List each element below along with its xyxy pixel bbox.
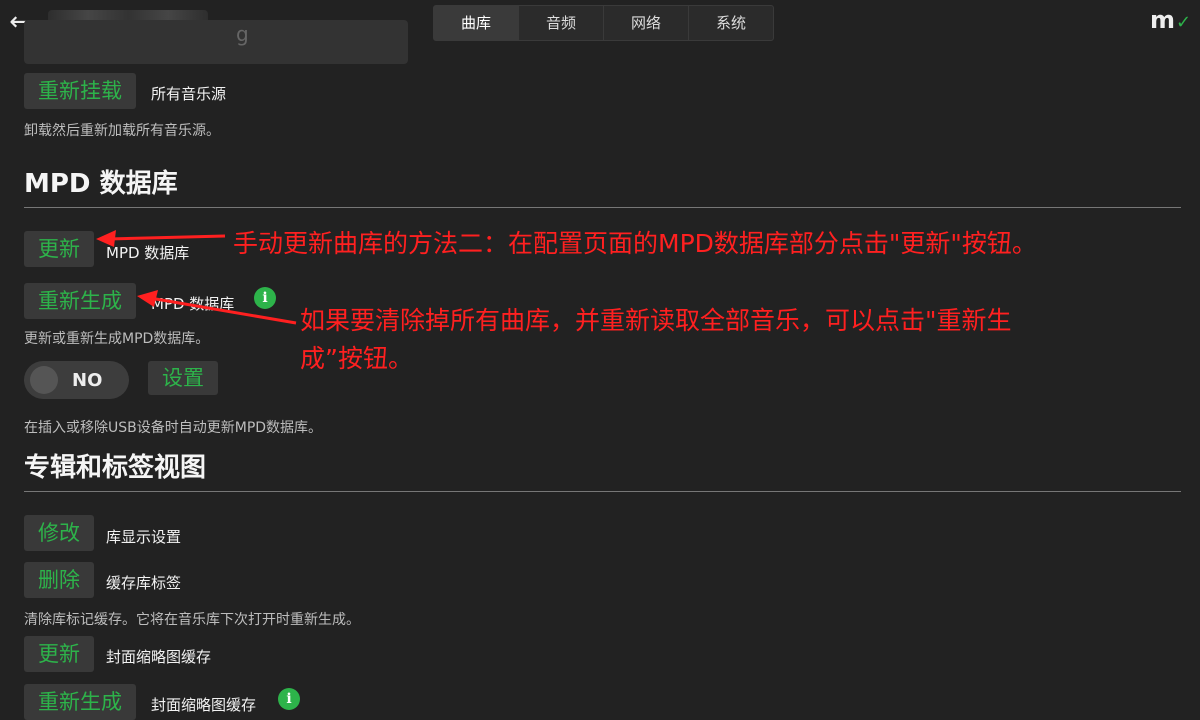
delete-tag-cache-description: 清除库标记缓存。它将在音乐库下次打开时重新生成。 [24, 612, 360, 628]
thumb-update-label: 封面缩略图缓存 [106, 648, 212, 666]
annotation-note-2-line-1: 如果要清除掉所有曲库，并重新读取全部音乐，可以点击"重新生 [300, 306, 1012, 335]
tab-audio[interactable]: 音频 [519, 6, 604, 40]
annotation-arrow-1 [107, 234, 226, 241]
app-menu-button[interactable]: m✓ [1150, 6, 1191, 34]
thumb-rebuild-label: 封面缩略图缓存 [151, 696, 257, 714]
chevron-down-icon: ✓ [1176, 12, 1192, 33]
usb-description: 在插入或移除USB设备时自动更新MPD数据库。 [24, 420, 323, 436]
edit-display-label: 库显示设置 [106, 528, 182, 546]
remount-description: 卸载然后重新加载所有音乐源。 [24, 123, 220, 139]
album-tag-section-heading: 专辑和标签视图 [24, 453, 207, 483]
section-divider [24, 207, 1181, 208]
mpd-update-label: MPD 数据库 [106, 244, 190, 262]
mpd-rebuild-label: MPD 数据库 [151, 295, 235, 313]
tab-library[interactable]: 曲库 [434, 6, 519, 40]
section-divider [24, 491, 1181, 492]
toggle-knob [30, 366, 58, 394]
thumb-rebuild-button[interactable]: 重新生成 [24, 684, 136, 720]
usb-settings-button[interactable]: 设置 [148, 361, 218, 395]
main-tabs: 曲库 音频 网络 系统 [433, 5, 774, 41]
delete-tag-cache-button[interactable]: 删除 [24, 562, 94, 598]
scrolled-field-top: g [24, 20, 408, 64]
remount-label: 所有音乐源 [151, 85, 227, 103]
tab-network[interactable]: 网络 [604, 6, 689, 40]
annotation-note-1: 手动更新曲库的方法二：在配置页面的MPD数据库部分点击"更新"按钮。 [233, 229, 1037, 258]
info-icon[interactable]: i [254, 287, 276, 309]
tab-system[interactable]: 系统 [689, 6, 773, 40]
annotation-note-2-line-2: 成”按钮。 [300, 344, 413, 373]
edit-display-button[interactable]: 修改 [24, 515, 94, 551]
partial-text: g [236, 22, 249, 46]
info-icon[interactable]: i [278, 688, 300, 710]
mpd-description: 更新或重新生成MPD数据库。 [24, 331, 210, 347]
mpd-section-heading: MPD 数据库 [24, 169, 178, 199]
mpd-update-button[interactable]: 更新 [24, 231, 94, 267]
delete-tag-cache-label: 缓存库标签 [106, 574, 182, 592]
thumb-update-button[interactable]: 更新 [24, 636, 94, 672]
annotation-arrows [96, 230, 297, 325]
remount-button[interactable]: 重新挂载 [24, 73, 136, 109]
usb-auto-update-toggle[interactable]: NO [24, 361, 129, 399]
mpd-rebuild-button[interactable]: 重新生成 [24, 283, 136, 319]
toggle-value: NO [72, 370, 103, 391]
logo-text: m [1150, 6, 1176, 34]
